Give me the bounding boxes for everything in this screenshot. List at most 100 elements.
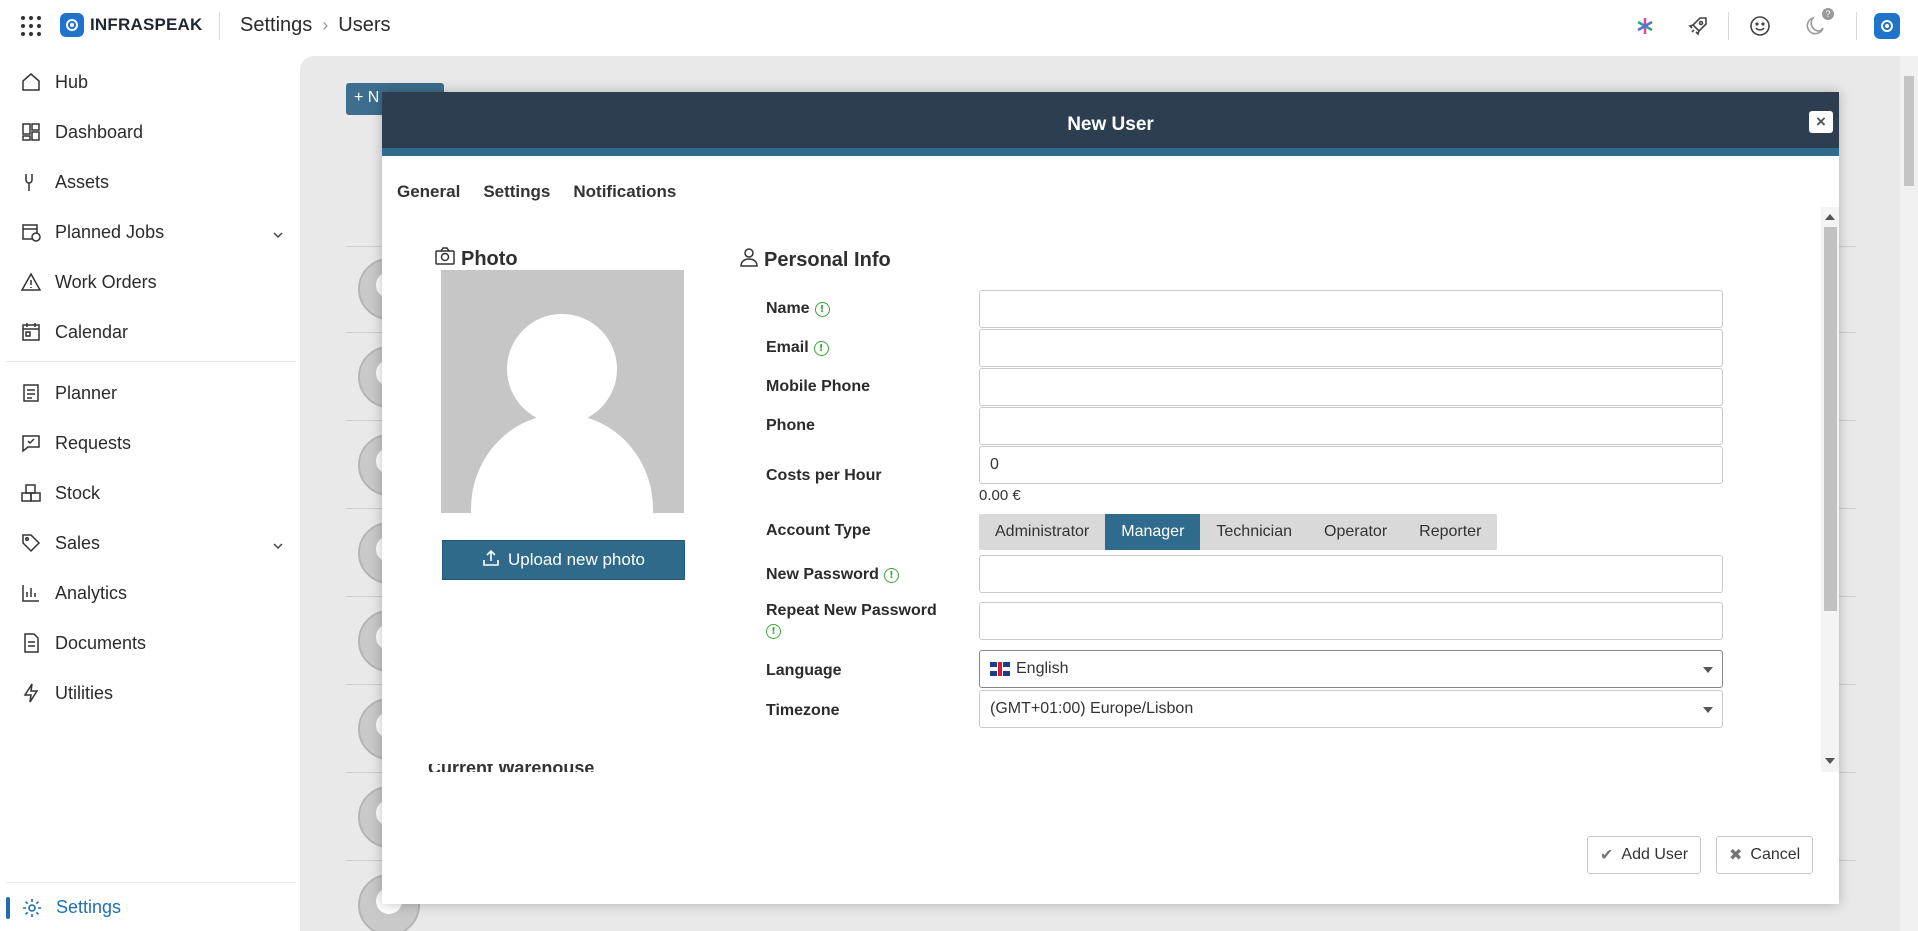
sidebar-item-label: Stock: [55, 482, 101, 503]
sidebar-divider: [6, 361, 296, 362]
page-scrollbar[interactable]: [1900, 56, 1918, 931]
account-type-technician[interactable]: Technician: [1200, 514, 1308, 550]
sidebar-item-label: Dashboard: [55, 121, 144, 142]
sidebar-item-label: Assets: [55, 171, 110, 192]
cancel-button[interactable]: ✖ Cancel: [1716, 836, 1814, 874]
infraspeak-logo-icon: [60, 13, 84, 37]
name-field[interactable]: [979, 290, 1723, 328]
breadcrumb-users: Users: [338, 14, 391, 36]
home-icon: [19, 70, 43, 94]
boxes-icon: [19, 481, 43, 505]
scroll-down-icon[interactable]: [1825, 758, 1835, 764]
sidebar-item-dashboard[interactable]: Dashboard: [0, 110, 296, 154]
dashboard-icon: [19, 120, 43, 144]
tag-icon: [19, 531, 43, 555]
timezone-select[interactable]: (GMT+01:00) Europe/Lisbon: [979, 690, 1723, 728]
email-label: Email!: [766, 339, 829, 357]
avatar-head: [507, 314, 617, 424]
sidebar-item-utilities[interactable]: Utilities: [0, 671, 296, 715]
upload-photo-button[interactable]: Upload new photo: [442, 540, 685, 580]
chevron-down-icon[interactable]: [272, 225, 284, 246]
scroll-up-icon[interactable]: [1825, 214, 1835, 220]
account-type-reporter[interactable]: Reporter: [1403, 514, 1497, 550]
moon-icon[interactable]: ?: [1802, 8, 1834, 39]
chevron-down-icon[interactable]: [272, 536, 284, 557]
add-user-button[interactable]: ✔ Add User: [1587, 836, 1702, 874]
phone-field[interactable]: [979, 407, 1723, 445]
request-icon: [19, 431, 43, 455]
info-icon[interactable]: !: [813, 340, 829, 356]
info-icon[interactable]: !: [883, 567, 899, 583]
calendar-icon: [19, 320, 43, 344]
sidebar-item-planned-jobs[interactable]: Planned Jobs: [0, 210, 296, 254]
modal-header: New User ×: [382, 92, 1839, 156]
help-badge[interactable]: ?: [1822, 8, 1834, 20]
mobile-phone-field[interactable]: [979, 368, 1723, 406]
smiley-icon[interactable]: [1747, 13, 1773, 39]
sidebar-item-analytics[interactable]: Analytics: [0, 571, 296, 615]
timezone-label: Timezone: [766, 702, 840, 719]
sidebar-item-requests[interactable]: Requests: [0, 421, 296, 465]
repeat-password-field[interactable]: [979, 602, 1723, 640]
close-icon[interactable]: ×: [1809, 111, 1833, 133]
sidebar-item-settings[interactable]: Settings: [6, 882, 296, 931]
sidebar-item-work-orders[interactable]: Work Orders: [0, 260, 296, 304]
sidebar-item-label: Sales: [55, 532, 101, 553]
sidebar-item-hub[interactable]: Hub: [0, 60, 296, 104]
gear-icon: [20, 896, 44, 920]
costs-formatted: 0.00 €: [979, 487, 1021, 504]
scrollbar-thumb[interactable]: [1824, 227, 1837, 611]
document-icon: [19, 631, 43, 655]
info-icon[interactable]: !: [766, 624, 781, 639]
uk-flag-icon: [990, 662, 1010, 676]
wrench-icon: [19, 170, 43, 194]
email-field[interactable]: [979, 329, 1723, 367]
sidebar-item-documents[interactable]: Documents: [0, 621, 296, 665]
account-type-selector: Administrator Manager Technician Operato…: [979, 514, 1498, 550]
sidebar-item-label: Calendar: [55, 321, 129, 342]
scrollbar-thumb[interactable]: [1904, 76, 1914, 186]
photo-section-title: Photo: [435, 247, 518, 271]
sidebar-item-label: Settings: [56, 897, 122, 917]
sidebar-item-stock[interactable]: Stock: [0, 471, 296, 515]
user-icon: [740, 247, 758, 273]
sparkle-icon[interactable]: [1632, 13, 1658, 39]
account-avatar-icon[interactable]: [1874, 13, 1900, 39]
account-type-manager[interactable]: Manager: [1105, 514, 1201, 550]
language-select[interactable]: English: [979, 650, 1723, 688]
breadcrumb-settings[interactable]: Settings: [240, 14, 312, 37]
sidebar-item-sales[interactable]: Sales: [0, 521, 296, 565]
top-bar: INFRASPEAK Settings › Users ?: [0, 0, 1918, 52]
logo[interactable]: INFRASPEAK: [60, 13, 203, 37]
sidebar-item-label: Work Orders: [55, 271, 157, 292]
new-password-label: New Password!: [766, 566, 899, 584]
sidebar-item-planner[interactable]: Planner: [0, 371, 296, 415]
costs-per-hour-label: Costs per Hour: [766, 467, 882, 484]
new-password-field[interactable]: [979, 555, 1723, 593]
account-type-operator[interactable]: Operator: [1308, 514, 1403, 550]
breadcrumb: Settings › Users: [240, 14, 391, 37]
tab-notifications[interactable]: Notifications: [573, 182, 676, 202]
current-warehouse-title: Current Warehouse: [428, 764, 594, 772]
phone-label: Phone: [766, 417, 815, 434]
sidebar-item-label: Utilities: [55, 682, 114, 703]
tab-settings[interactable]: Settings: [483, 182, 550, 202]
account-type-label: Account Type: [766, 522, 871, 539]
sidebar: Hub Dashboard Assets Planned Jobs Work O…: [0, 52, 300, 931]
divider: [1728, 12, 1729, 40]
costs-per-hour-field[interactable]: 0: [979, 446, 1723, 484]
planner-icon: [19, 381, 43, 405]
sidebar-item-label: Planner: [55, 382, 118, 403]
name-label: Name!: [766, 300, 830, 318]
modal-scrollbar[interactable]: [1821, 207, 1839, 772]
sidebar-item-label: Planned Jobs: [55, 221, 165, 242]
tab-general[interactable]: General: [397, 182, 460, 202]
rocket-icon[interactable]: [1685, 13, 1711, 39]
modal-title: New User: [1067, 114, 1154, 135]
apps-grid-icon[interactable]: [19, 14, 43, 38]
info-icon[interactable]: !: [814, 301, 830, 317]
account-type-administrator[interactable]: Administrator: [979, 514, 1105, 550]
sidebar-item-assets[interactable]: Assets: [0, 160, 296, 204]
sidebar-item-calendar[interactable]: Calendar: [0, 310, 296, 354]
sidebar-item-label: Requests: [55, 432, 132, 453]
